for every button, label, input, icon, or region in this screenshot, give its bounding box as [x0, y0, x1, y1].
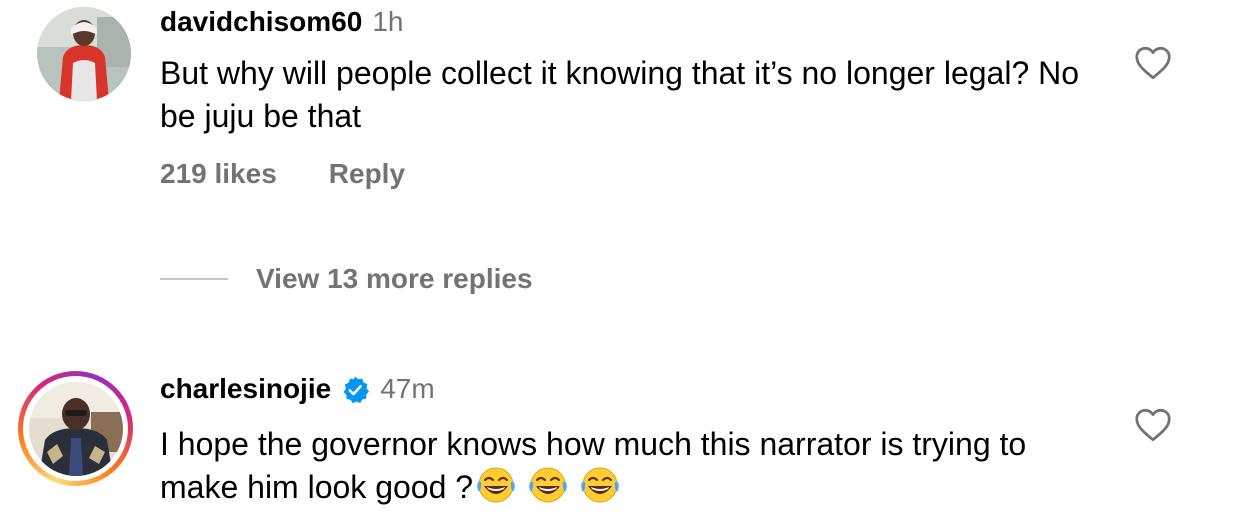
reply-button[interactable]: Reply: [329, 158, 405, 190]
comments-section: davidchisom60 1h But why will people col…: [0, 0, 1242, 511]
user-photo-icon: [37, 7, 131, 101]
comment-header: charlesinojie 47m: [160, 373, 435, 405]
timestamp: 1h: [372, 6, 404, 37]
user-photo-icon: [29, 382, 123, 476]
timestamp: 47m: [380, 373, 435, 404]
divider-line: [160, 278, 228, 280]
laughing-emoji-icon: [475, 466, 517, 504]
username[interactable]: davidchisom60: [160, 6, 362, 38]
heart-icon[interactable]: [1134, 46, 1172, 80]
comment-text: I hope the governor knows how much this …: [160, 423, 1100, 509]
emoji-group: [475, 466, 621, 504]
likes-count[interactable]: 219 likes: [160, 158, 277, 190]
avatar[interactable]: [37, 7, 131, 101]
avatar[interactable]: [29, 382, 123, 476]
comment-text: But why will people collect it knowing t…: [160, 55, 1080, 134]
laughing-emoji-icon: [527, 466, 569, 504]
verified-badge-icon: [340, 375, 370, 405]
view-replies[interactable]: View 13 more replies: [160, 263, 533, 295]
username[interactable]: charlesinojie: [160, 373, 331, 405]
laughing-emoji-icon: [579, 466, 621, 504]
view-replies-label[interactable]: View 13 more replies: [256, 263, 533, 295]
comment-actions: 219 likes Reply: [160, 158, 405, 190]
heart-icon[interactable]: [1134, 408, 1172, 442]
comment-header: davidchisom60 1h: [160, 6, 403, 38]
